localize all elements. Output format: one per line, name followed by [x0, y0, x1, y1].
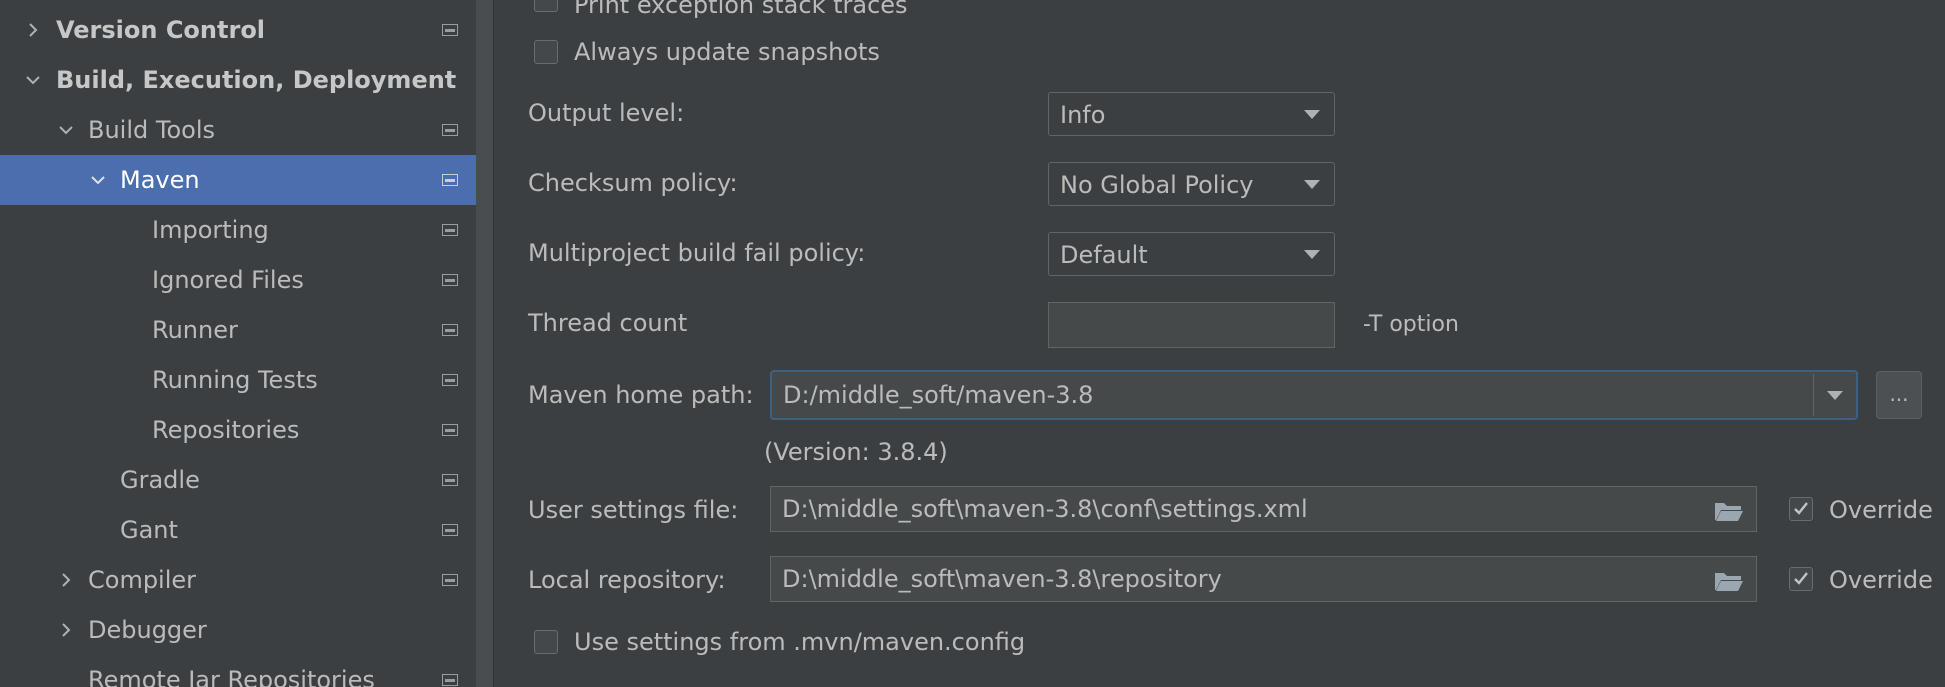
local-repository-override-label: Override	[1829, 566, 1933, 594]
always-update-snapshots-checkbox[interactable]	[534, 40, 558, 64]
tree-item-ignored-files[interactable]: Ignored Files	[0, 255, 476, 305]
tree-item-gant[interactable]: Gant	[0, 505, 476, 555]
chevron-right-icon[interactable]	[25, 22, 41, 38]
thread-count-hint: -T option	[1363, 312, 1459, 337]
maven-settings-panel: Print exception stack traces Always upda…	[494, 0, 1945, 687]
project-level-icon	[442, 224, 458, 236]
output-level-value: Info	[1060, 101, 1106, 129]
thread-count-input[interactable]	[1048, 302, 1335, 348]
dropdown-arrow-icon	[1304, 180, 1320, 189]
tree-item-label: Remote Jar Repositories	[88, 666, 375, 687]
settings-tree: Version Control Build, Execution, Deploy…	[0, 0, 476, 687]
tree-item-label: Gradle	[120, 466, 200, 494]
use-mvn-config-label: Use settings from .mvn/maven.config	[574, 628, 1026, 656]
project-level-icon	[442, 324, 458, 336]
use-mvn-config-checkbox[interactable]	[534, 630, 558, 654]
print-stack-traces-checkbox[interactable]	[534, 0, 558, 12]
user-settings-label: User settings file:	[528, 496, 739, 524]
chevron-down-icon[interactable]	[25, 72, 41, 88]
user-settings-override-checkbox[interactable]	[1789, 497, 1813, 521]
tree-item-runner[interactable]: Runner	[0, 305, 476, 355]
tree-item-label: Compiler	[88, 566, 197, 594]
project-level-icon	[442, 24, 458, 36]
dropdown-arrow-icon	[1304, 110, 1320, 119]
user-settings-value: D:\middle_soft\maven-3.8\conf\settings.x…	[782, 495, 1308, 523]
tree-item-importing[interactable]: Importing	[0, 205, 476, 255]
project-level-icon	[442, 374, 458, 386]
dropdown-arrow-icon[interactable]	[1827, 391, 1843, 400]
user-settings-override-label: Override	[1829, 496, 1933, 524]
chevron-down-icon[interactable]	[58, 122, 74, 138]
always-update-snapshots-label: Always update snapshots	[574, 38, 880, 66]
checkmark-icon	[1794, 572, 1808, 585]
tree-item-label: Maven	[120, 166, 200, 194]
tree-item-label: Version Control	[56, 16, 266, 44]
dropdown-arrow-icon	[1304, 250, 1320, 259]
checksum-policy-value: No Global Policy	[1060, 171, 1254, 199]
project-level-icon	[442, 474, 458, 486]
local-repository-label: Local repository:	[528, 566, 726, 594]
tree-item-label: Importing	[152, 216, 269, 244]
tree-item-repositories[interactable]: Repositories	[0, 405, 476, 455]
tree-item-label: Repositories	[152, 416, 300, 444]
maven-home-path-combo[interactable]: D:/middle_soft/maven-3.8	[770, 370, 1858, 420]
thread-count-label: Thread count	[528, 309, 688, 337]
folder-icon[interactable]	[1714, 570, 1744, 592]
tree-item-label: Debugger	[88, 616, 207, 644]
tree-item-label: Build Tools	[88, 116, 215, 144]
output-level-label: Output level:	[528, 99, 685, 127]
tree-item-maven[interactable]: Maven	[0, 155, 476, 205]
tree-item-build-tools[interactable]: Build Tools	[0, 105, 476, 155]
project-level-icon	[442, 424, 458, 436]
folder-icon[interactable]	[1714, 500, 1744, 522]
sidebar-scrollbar[interactable]	[476, 0, 493, 687]
tree-item-running-tests[interactable]: Running Tests	[0, 355, 476, 405]
maven-version-text: (Version: 3.8.4)	[764, 438, 948, 466]
checksum-policy-label: Checksum policy:	[528, 169, 738, 197]
combo-separator	[1813, 374, 1814, 416]
chevron-right-icon[interactable]	[58, 572, 74, 588]
project-level-icon	[442, 274, 458, 286]
local-repository-input[interactable]: D:\middle_soft\maven-3.8\repository	[770, 556, 1757, 602]
project-level-icon	[442, 124, 458, 136]
project-level-icon	[442, 574, 458, 586]
chevron-right-icon[interactable]	[58, 622, 74, 638]
local-repository-override-checkbox[interactable]	[1789, 567, 1813, 591]
tree-item-label: Running Tests	[152, 366, 318, 394]
print-stack-traces-label: Print exception stack traces	[574, 0, 908, 19]
local-repository-value: D:\middle_soft\maven-3.8\repository	[782, 565, 1222, 593]
tree-item-build-execution-deployment[interactable]: Build, Execution, Deployment	[0, 55, 476, 105]
browse-button[interactable]: ...	[1876, 371, 1922, 419]
tree-item-label: Runner	[152, 316, 238, 344]
tree-item-label: Ignored Files	[152, 266, 304, 294]
tree-item-version-control[interactable]: Version Control	[0, 5, 476, 55]
project-level-icon	[442, 524, 458, 536]
project-level-icon	[442, 674, 458, 686]
tree-item-compiler[interactable]: Compiler	[0, 555, 476, 605]
tree-item-debugger[interactable]: Debugger	[0, 605, 476, 655]
tree-item-gradle[interactable]: Gradle	[0, 455, 476, 505]
fail-policy-value: Default	[1060, 241, 1148, 269]
output-level-dropdown[interactable]: Info	[1048, 92, 1335, 136]
checkmark-icon	[1794, 502, 1808, 515]
tree-item-remote-jar-repositories[interactable]: Remote Jar Repositories	[0, 655, 476, 687]
fail-policy-label: Multiproject build fail policy:	[528, 239, 866, 267]
tree-item-label: Build, Execution, Deployment	[56, 66, 457, 94]
project-level-icon	[442, 174, 458, 186]
tree-item-label: Gant	[120, 516, 178, 544]
user-settings-input[interactable]: D:\middle_soft\maven-3.8\conf\settings.x…	[770, 486, 1757, 532]
chevron-down-icon[interactable]	[90, 172, 106, 188]
maven-home-path-value: D:/middle_soft/maven-3.8	[783, 381, 1094, 409]
checksum-policy-dropdown[interactable]: No Global Policy	[1048, 162, 1335, 206]
fail-policy-dropdown[interactable]: Default	[1048, 232, 1335, 276]
maven-home-label: Maven home path:	[528, 381, 754, 409]
